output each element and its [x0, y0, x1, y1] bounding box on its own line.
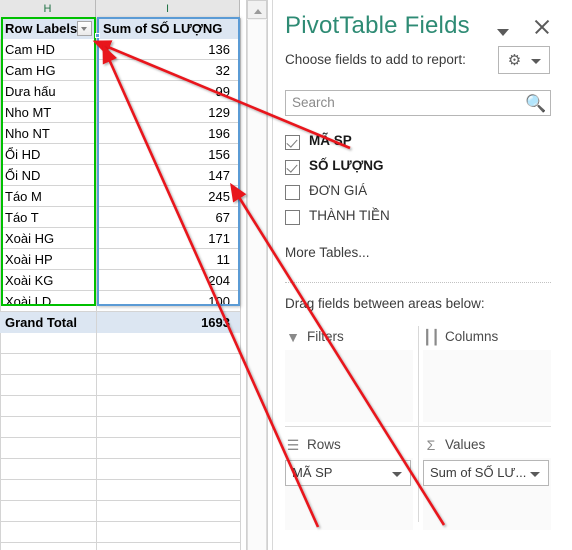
area-rows-label: Rows: [307, 437, 341, 452]
rows-field-chip-label: MÃ SP: [292, 465, 333, 480]
row-labels-filter-button[interactable]: [77, 21, 92, 36]
table-row-label[interactable]: Xoài LD: [2, 291, 94, 312]
table-row-value[interactable]: 11: [98, 249, 236, 270]
columns-icon: ┃┃: [423, 329, 440, 345]
area-rows[interactable]: ☰ Rows MÃ SP: [285, 434, 413, 534]
field-item-3[interactable]: THÀNH TIỀN: [285, 207, 551, 232]
field-label: ĐƠN GIÁ: [309, 183, 368, 198]
area-columns-label: Columns: [445, 329, 499, 344]
chevron-down-icon[interactable]: [530, 472, 540, 477]
table-row-label[interactable]: Cam HD: [2, 39, 94, 60]
table-row-value[interactable]: 156: [98, 144, 236, 165]
chevron-down-icon[interactable]: [392, 472, 402, 477]
field-list-tools-button[interactable]: ⚙: [498, 46, 550, 74]
table-row-label[interactable]: Nho NT: [2, 123, 94, 144]
table-row-label[interactable]: Cam HG: [2, 60, 94, 81]
field-item-1[interactable]: SỐ LƯỢNG: [285, 157, 551, 182]
field-checkbox-list: MÃ SP SỐ LƯỢNG ĐƠN GIÁ THÀNH TIỀN: [285, 132, 551, 232]
table-row-label[interactable]: Táo T: [2, 207, 94, 228]
field-item-0[interactable]: MÃ SP: [285, 132, 551, 157]
page-title: PivotTable Fields: [285, 12, 470, 39]
table-row-value[interactable]: 136: [98, 39, 236, 60]
excel-pivottable-screenshot: H I J Row Labels Sum of SỐ LƯỢNG Cam HD1…: [0, 0, 572, 550]
search-icon[interactable]: 🔍: [525, 94, 546, 113]
search-placeholder: Search: [292, 95, 335, 110]
drag-fields-label: Drag fields between areas below:: [285, 296, 485, 311]
table-row-label[interactable]: Dưa hấu: [2, 81, 94, 102]
field-label: MÃ SP: [309, 133, 352, 148]
table-row-value[interactable]: 100: [98, 291, 236, 312]
area-filters-dropzone[interactable]: [285, 350, 413, 422]
field-checkbox[interactable]: [285, 210, 300, 225]
table-row-label[interactable]: Xoài HP: [2, 249, 94, 270]
table-row-value[interactable]: 204: [98, 270, 236, 291]
area-filters[interactable]: ▼ Filters: [285, 326, 413, 426]
area-columns-dropzone[interactable]: [423, 350, 551, 422]
selection-handle[interactable]: [95, 33, 100, 38]
spreadsheet-area: H I J Row Labels Sum of SỐ LƯỢNG Cam HD1…: [0, 0, 272, 550]
rows-field-chip[interactable]: MÃ SP: [285, 460, 411, 486]
values-field-chip[interactable]: Sum of SỐ LƯ...: [423, 460, 549, 486]
chevron-down-icon: [531, 59, 541, 64]
table-row-label[interactable]: Nho MT: [2, 102, 94, 123]
area-columns[interactable]: ┃┃ Columns: [423, 326, 551, 426]
vertical-scrollbar[interactable]: [246, 0, 268, 550]
grand-total-value[interactable]: 1693: [98, 312, 236, 333]
scrollbar-track[interactable]: [247, 20, 267, 550]
table-row-value[interactable]: 171: [98, 228, 236, 249]
areas-vertical-divider: [418, 326, 419, 522]
table-row-label[interactable]: Xoài HG: [2, 228, 94, 249]
chevron-down-icon[interactable]: [495, 26, 511, 38]
values-field-chip-label: Sum of SỐ LƯ...: [430, 465, 526, 480]
cell-value-header[interactable]: Sum of SỐ LƯỢNG: [99, 18, 239, 39]
areas-horizontal-divider: [285, 426, 551, 427]
gear-icon: ⚙: [507, 52, 522, 69]
area-values-label: Values: [445, 437, 486, 452]
table-row-label[interactable]: Ổi ND: [2, 165, 94, 186]
column-header-row: H I J: [0, 0, 259, 19]
filter-icon: ▼: [286, 329, 300, 345]
pivottable-fields-panel: PivotTable Fields Choose fields to add t…: [272, 0, 572, 550]
table-row-value[interactable]: 67: [98, 207, 236, 228]
rows-icon: ☰: [286, 437, 300, 453]
column-header-h[interactable]: H: [0, 0, 96, 18]
more-tables-link[interactable]: More Tables...: [285, 245, 370, 260]
field-checkbox[interactable]: [285, 135, 300, 150]
scroll-up-icon[interactable]: [247, 0, 267, 19]
field-checkbox[interactable]: [285, 185, 300, 200]
table-row-label[interactable]: Táo M: [2, 186, 94, 207]
table-row-value[interactable]: 99: [98, 81, 236, 102]
area-values[interactable]: Σ Values Sum of SỐ LƯ...: [423, 434, 551, 534]
table-row-label[interactable]: Ổi HD: [2, 144, 94, 165]
table-row-value[interactable]: 245: [98, 186, 236, 207]
table-row-value[interactable]: 129: [98, 102, 236, 123]
close-icon[interactable]: [531, 16, 553, 38]
table-row-value[interactable]: 196: [98, 123, 236, 144]
panel-divider: [285, 282, 551, 283]
column-header-i[interactable]: I: [96, 0, 240, 18]
table-row-value[interactable]: 147: [98, 165, 236, 186]
table-row-value[interactable]: 32: [98, 60, 236, 81]
sigma-icon: Σ: [426, 437, 436, 453]
grand-total-label[interactable]: Grand Total: [2, 312, 94, 333]
table-row-label[interactable]: Xoài KG: [2, 270, 94, 291]
area-filters-label: Filters: [307, 329, 344, 344]
field-label: THÀNH TIỀN: [309, 208, 390, 223]
field-label: SỐ LƯỢNG: [309, 158, 384, 173]
drop-areas: ▼ Filters ┃┃ Columns ☰ Rows MÃ SP Σ Valu…: [285, 326, 551, 538]
field-item-2[interactable]: ĐƠN GIÁ: [285, 182, 551, 207]
search-input[interactable]: Search 🔍: [285, 90, 551, 116]
field-checkbox[interactable]: [285, 160, 300, 175]
choose-fields-label: Choose fields to add to report:: [285, 52, 466, 67]
